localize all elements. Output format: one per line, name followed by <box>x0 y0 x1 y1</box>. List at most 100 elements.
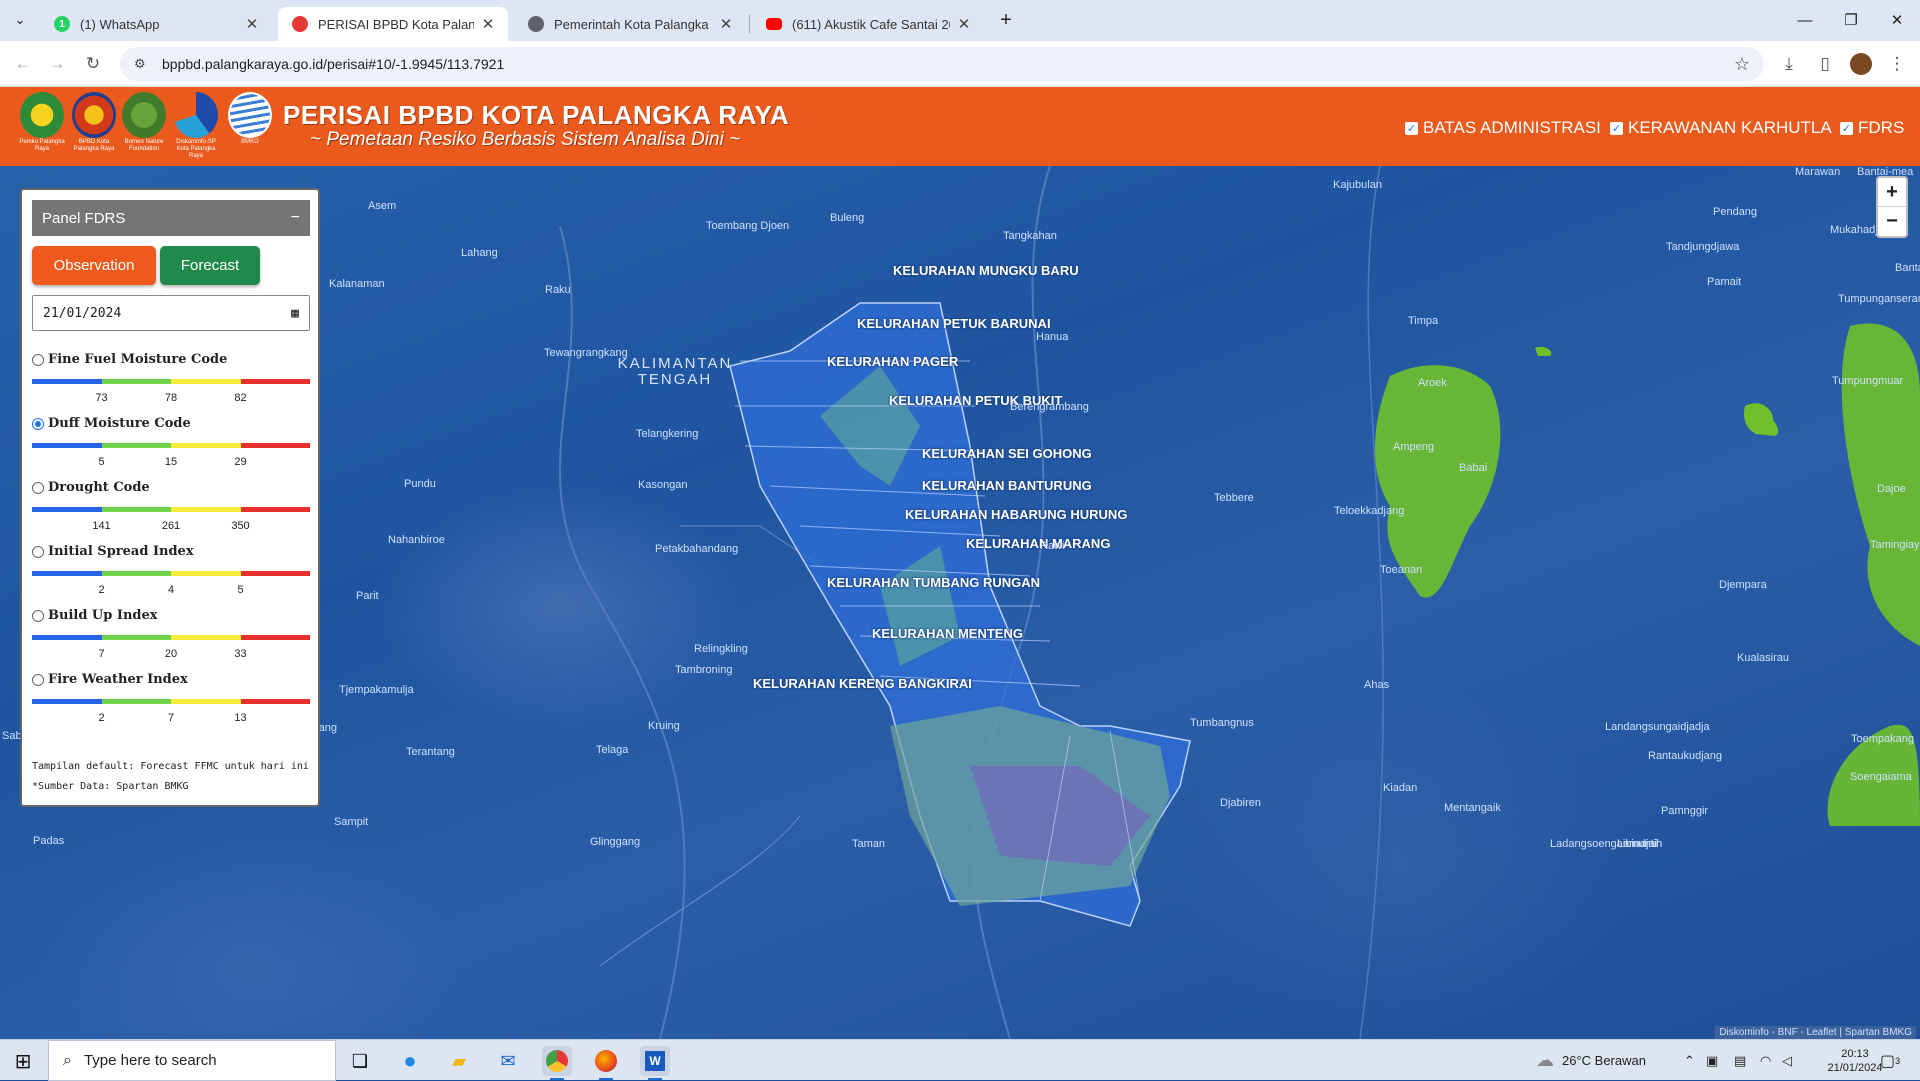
scale-segment <box>102 443 172 448</box>
index-color-scale <box>32 443 310 448</box>
fdrs-index-option[interactable]: Drought Code141261350 <box>32 480 310 534</box>
kelurahan-label[interactable]: KELURAHAN MENTENG <box>872 626 1023 641</box>
threshold-value: 7 <box>168 712 174 724</box>
kelurahan-label[interactable]: KELURAHAN PAGER <box>827 354 958 369</box>
index-label[interactable]: Build Up Index <box>32 608 310 623</box>
tab-perisai[interactable]: PERISAI BPBD Kota Palangka Ra ✕ <box>278 7 508 41</box>
radio-button[interactable] <box>32 546 44 558</box>
chrome-icon[interactable] <box>542 1046 572 1076</box>
windows-start-icon[interactable]: ⊞ <box>8 1046 38 1076</box>
checkbox-checked-icon[interactable]: ✓ <box>1840 122 1853 135</box>
url-text[interactable]: bppbd.palangkaraya.go.id/perisai#10/-1.9… <box>162 56 504 72</box>
observation-button[interactable]: Observation <box>32 246 156 285</box>
bookmark-star-icon[interactable]: ☆ <box>1734 54 1750 75</box>
forward-button[interactable]: → <box>44 51 70 77</box>
site-info-icon[interactable]: ⚙ <box>134 56 152 72</box>
index-label[interactable]: Fire Weather Index <box>32 672 310 687</box>
radio-button[interactable] <box>32 610 44 622</box>
back-button[interactable]: ← <box>10 51 36 77</box>
file-explorer-icon[interactable]: ▰ <box>444 1046 474 1076</box>
profile-avatar[interactable] <box>1848 51 1874 77</box>
threshold-value: 29 <box>234 456 246 468</box>
network-icon[interactable]: ▤ <box>1734 1040 1746 1081</box>
meet-now-icon[interactable]: ▣ <box>1706 1040 1718 1081</box>
map-attribution[interactable]: Diskominfo - BNF - Leaflet | Spartan BMK… <box>1715 1026 1916 1039</box>
notification-center-icon[interactable]: ▢3 <box>1880 1040 1900 1081</box>
zoom-out-button[interactable]: − <box>1878 207 1906 236</box>
checkbox-checked-icon[interactable]: ✓ <box>1405 122 1418 135</box>
kelurahan-label[interactable]: KELURAHAN MARANG <box>966 536 1110 551</box>
date-input[interactable]: 21/01/2024 ▦ <box>32 295 310 331</box>
notification-count: 3 <box>1895 1056 1900 1066</box>
bmkg-logo-icon <box>228 92 272 138</box>
restore-window-button[interactable]: ❐ <box>1828 0 1874 40</box>
fdrs-index-option[interactable]: Fire Weather Index 2713 <box>32 672 310 726</box>
edge-icon[interactable]: ● <box>395 1046 425 1076</box>
fdrs-index-option[interactable]: Fine Fuel Moisture Code737882 <box>32 352 310 406</box>
calendar-icon[interactable]: ▦ <box>291 306 299 321</box>
tray-chevron-icon[interactable]: ⌃ <box>1684 1040 1695 1081</box>
new-tab-button[interactable]: + <box>988 0 1024 40</box>
mail-icon[interactable]: ✉ <box>493 1046 523 1076</box>
close-tab-icon[interactable]: ✕ <box>480 15 496 33</box>
radio-button[interactable] <box>32 674 44 686</box>
index-label[interactable]: Duff Moisture Code <box>32 416 310 431</box>
firefox-icon[interactable] <box>591 1046 621 1076</box>
word-icon[interactable]: W <box>640 1046 670 1076</box>
side-panel-icon[interactable]: ▯ <box>1812 51 1838 77</box>
close-window-button[interactable]: ✕ <box>1874 0 1920 40</box>
index-thresholds: 2713 <box>32 712 310 726</box>
layer-toggle-fdrs[interactable]: ✓ FDRS <box>1840 118 1904 138</box>
address-bar[interactable]: ⚙ bppbd.palangkaraya.go.id/perisai#10/-1… <box>120 47 1764 81</box>
minimize-panel-button[interactable]: − <box>291 209 300 227</box>
site-header: Pemko Palangka Raya BPBD Kota Palangka R… <box>0 87 1920 166</box>
reload-button[interactable]: ↻ <box>80 51 106 77</box>
close-tab-icon[interactable]: ✕ <box>956 15 972 33</box>
town-label: Asem <box>368 200 396 212</box>
scale-segment <box>102 699 172 704</box>
tab-search-button[interactable]: ⌄ <box>0 0 40 40</box>
kelurahan-label[interactable]: KELURAHAN BANTURUNG <box>922 478 1092 493</box>
index-name: Initial Spread Index <box>48 544 194 559</box>
kelurahan-label[interactable]: KELURAHAN TUMBANG RUNGAN <box>827 575 1040 590</box>
wifi-icon[interactable]: ◠ <box>1760 1040 1771 1081</box>
fdrs-index-option[interactable]: Initial Spread Index245 <box>32 544 310 598</box>
task-view-icon[interactable]: ❏ <box>345 1046 375 1076</box>
index-label[interactable]: Drought Code <box>32 480 310 495</box>
radio-button[interactable] <box>32 354 44 366</box>
tab-youtube[interactable]: (611) Akustik Cafe Santai 2023 ✕ <box>752 7 984 41</box>
radio-button[interactable] <box>32 418 44 430</box>
tab-whatsapp[interactable]: 1 (1) WhatsApp ✕ <box>40 7 272 41</box>
layer-toggle-kerawanan-karhutla[interactable]: ✓ KERAWANAN KARHUTLA <box>1610 118 1832 138</box>
scale-segment <box>32 507 102 512</box>
taskbar-search-box[interactable]: ⌕ Type here to search <box>48 1040 336 1081</box>
close-tab-icon[interactable]: ✕ <box>718 15 734 33</box>
radio-button[interactable] <box>32 482 44 494</box>
fdrs-index-option[interactable]: Duff Moisture Code51529 <box>32 416 310 470</box>
town-label: Landangsungaidjadja <box>1605 721 1710 733</box>
downloads-icon[interactable]: ⤓ <box>1776 51 1802 77</box>
forecast-button[interactable]: Forecast <box>160 246 260 285</box>
weather-widget[interactable]: ☁ 26°C Berawan <box>1536 1040 1646 1081</box>
town-label: Tebbere <box>1214 492 1254 504</box>
volume-icon[interactable]: ◁ <box>1782 1040 1792 1081</box>
kelurahan-label[interactable]: KELURAHAN PETUK BARUNAI <box>857 316 1051 331</box>
index-label[interactable]: Fine Fuel Moisture Code <box>32 352 310 367</box>
kelurahan-label[interactable]: KELURAHAN SEI GOHONG <box>922 446 1092 461</box>
index-label[interactable]: Initial Spread Index <box>32 544 310 559</box>
threshold-value: 15 <box>165 456 177 468</box>
browser-menu-icon[interactable]: ⋮ <box>1884 51 1910 77</box>
layer-label: KERAWANAN KARHUTLA <box>1628 118 1832 138</box>
kelurahan-label[interactable]: KELURAHAN MUNGKU BARU <box>893 263 1079 278</box>
kelurahan-label[interactable]: KELURAHAN HABARUNG HURUNG <box>905 507 1127 522</box>
kelurahan-label[interactable]: KELURAHAN KERENG BANGKIRAI <box>753 676 972 691</box>
zoom-in-button[interactable]: + <box>1878 178 1906 207</box>
layer-toggle-batas-administrasi[interactable]: ✓ BATAS ADMINISTRASI <box>1405 118 1601 138</box>
tab-pemkot[interactable]: Pemerintah Kota Palangka Raya ✕ <box>514 7 746 41</box>
checkbox-checked-icon[interactable]: ✓ <box>1610 122 1623 135</box>
minimize-window-button[interactable]: — <box>1782 0 1828 40</box>
close-tab-icon[interactable]: ✕ <box>244 15 260 33</box>
town-label: Ahas <box>1364 679 1389 691</box>
threshold-value: 7 <box>98 648 104 660</box>
fdrs-index-option[interactable]: Build Up Index72033 <box>32 608 310 662</box>
